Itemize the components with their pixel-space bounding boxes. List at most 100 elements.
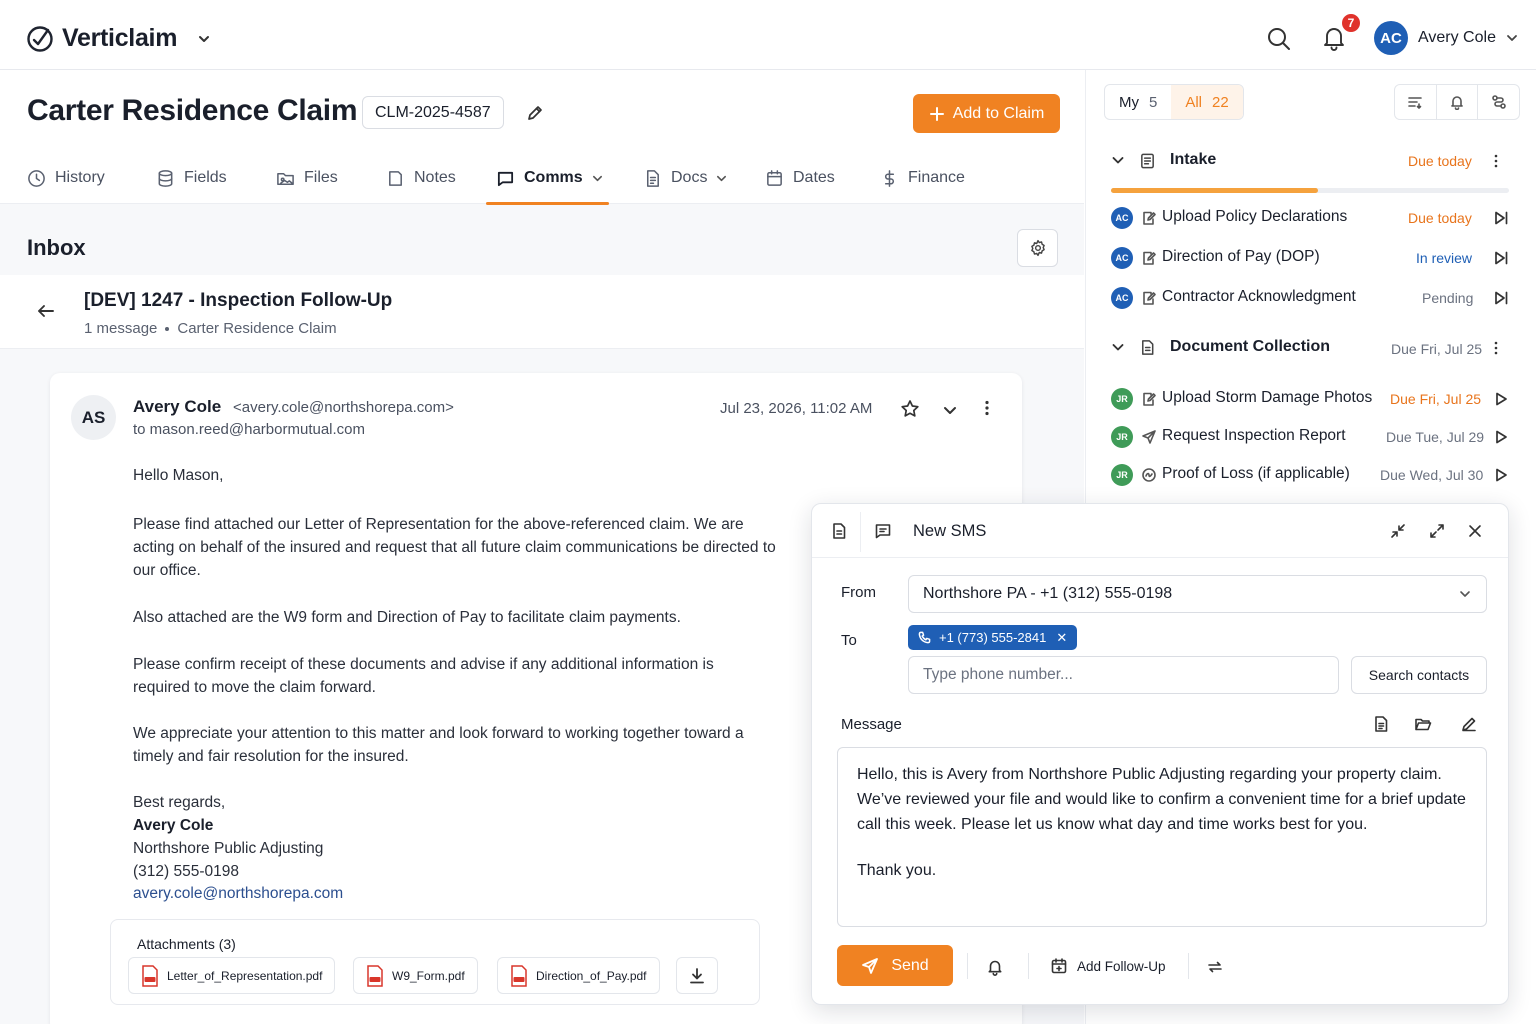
play-next-icon[interactable] <box>1493 210 1509 226</box>
pdf-file-icon <box>511 964 527 987</box>
divider <box>967 953 968 979</box>
tab-label: Finance <box>908 169 965 186</box>
task-status: Due Fri, Jul 25 <box>1390 391 1482 407</box>
tab-fields[interactable]: Fields <box>156 166 227 190</box>
task-status: Pending <box>1422 290 1474 306</box>
expand-icon[interactable] <box>1428 522 1446 540</box>
phone-icon <box>918 631 931 644</box>
edit-pencil-icon[interactable] <box>525 103 545 123</box>
intake-progress-fill <box>1111 188 1318 193</box>
assignee-avatar: AC <box>1111 287 1133 309</box>
repeat-icon[interactable] <box>1206 958 1224 976</box>
add-follow-up-button[interactable]: Add Follow-Up <box>1050 957 1166 975</box>
claim-tabs: History Fields Files Notes Comms Docs Da… <box>0 154 1084 205</box>
send-button[interactable]: Send <box>837 945 953 986</box>
claim-id-badge: CLM-2025-4587 <box>362 96 504 129</box>
tab-dates[interactable]: Dates <box>765 166 835 190</box>
workflow-button[interactable] <box>1477 85 1519 119</box>
task-row[interactable]: JR Upload Storm Damage Photos Due Fri, J… <box>1111 386 1509 412</box>
message-textarea[interactable]: Hello, this is Avery from Northshore Pub… <box>837 747 1487 927</box>
from-number-select[interactable]: Northshore PA - +1 (312) 555-0198 <box>908 575 1487 613</box>
search-contacts-button[interactable]: Search contacts <box>1351 656 1487 694</box>
search-icon[interactable] <box>1266 26 1292 52</box>
attachment-file[interactable]: Letter_of_Representation.pdf <box>128 957 336 994</box>
inbox-title: Inbox <box>27 235 86 260</box>
user-name: Avery Cole <box>1418 29 1496 46</box>
more-vertical-icon[interactable] <box>1488 153 1504 169</box>
tab-history[interactable]: History <box>27 166 105 190</box>
remove-recipient-icon[interactable]: ✕ <box>1056 630 1067 646</box>
email-paragraph: Please confirm receipt of these document… <box>133 656 714 696</box>
chevron-down-icon <box>592 175 602 181</box>
signature-phone: (312) 555-0198 <box>133 863 239 880</box>
tab-label: Fields <box>184 169 227 186</box>
chevron-down-icon[interactable] <box>942 402 958 418</box>
play-icon[interactable] <box>1493 429 1509 445</box>
assignee-avatar: JR <box>1111 426 1133 448</box>
edit-pencil-icon[interactable] <box>1460 715 1478 733</box>
divider <box>1188 953 1189 979</box>
task-tools <box>1394 84 1520 120</box>
email-paragraph: We appreciate your attention to this mat… <box>133 725 744 765</box>
top-bar: Verticlaim 7 AC Avery Cole <box>0 0 1536 70</box>
composer-title: New SMS <box>913 522 987 540</box>
more-vertical-icon[interactable] <box>978 399 996 417</box>
download-all-button[interactable] <box>676 957 718 994</box>
tab-files[interactable]: Files <box>276 166 338 190</box>
tab-comms[interactable]: Comms <box>496 166 603 190</box>
add-to-claim-button[interactable]: Add to Claim <box>913 94 1060 133</box>
task-row[interactable]: JR Proof of Loss (if applicable) Due Wed… <box>1111 462 1509 488</box>
tab-docs[interactable]: Docs <box>643 166 727 190</box>
signature-email-link[interactable]: avery.cole@northshorepa.com <box>133 882 793 905</box>
tab-label: Dates <box>793 169 835 186</box>
inbox-settings-button[interactable] <box>1017 229 1058 267</box>
group-title: Document Collection <box>1170 338 1331 355</box>
message-text: Hello, this is Avery from Northshore Pub… <box>857 766 1466 833</box>
template-icon[interactable] <box>1372 715 1390 733</box>
back-arrow-icon[interactable] <box>36 301 56 321</box>
divider <box>1028 953 1029 979</box>
clock-icon <box>28 169 45 187</box>
separator-dot <box>165 326 170 331</box>
edit-task-icon <box>1143 392 1156 406</box>
play-icon[interactable] <box>1493 467 1509 483</box>
task-name: Upload Policy Declarations <box>1162 208 1348 225</box>
app-name: Verticlaim <box>62 24 178 52</box>
group-due: Due today <box>1408 153 1472 169</box>
user-menu[interactable]: AC Avery Cole <box>1374 21 1518 55</box>
reminders-button[interactable] <box>1435 85 1478 119</box>
group-title: Intake <box>1170 151 1217 168</box>
attachment-file[interactable]: W9_Form.pdf <box>353 957 478 994</box>
task-status: Due today <box>1408 210 1472 226</box>
task-row[interactable]: AC Contractor Acknowledgment Pending <box>1111 285 1509 311</box>
task-row[interactable]: AC Upload Policy Declarations Due today <box>1111 205 1509 231</box>
attachment-file[interactable]: Direction_of_Pay.pdf <box>497 957 660 994</box>
filter-my-tasks[interactable]: My 5 <box>1105 85 1171 119</box>
tab-notes[interactable]: Notes <box>386 166 456 190</box>
minimize-icon[interactable] <box>1389 522 1407 540</box>
folder-open-icon[interactable] <box>1414 715 1432 733</box>
recipient-chip[interactable]: +1 (773) 555-2841 ✕ <box>908 625 1078 650</box>
phone-number-input[interactable] <box>908 656 1339 694</box>
play-icon[interactable] <box>1493 391 1509 407</box>
document-icon[interactable] <box>830 522 848 540</box>
star-icon[interactable] <box>900 399 920 419</box>
bell-reminder-icon[interactable] <box>986 958 1004 976</box>
add-to-claim-label: Add to Claim <box>952 104 1045 122</box>
chevron-down-icon <box>1112 157 1124 164</box>
filter-all-tasks[interactable]: All 22 <box>1171 85 1243 119</box>
filter-count: 22 <box>1212 93 1229 111</box>
tab-finance[interactable]: Finance <box>880 166 965 190</box>
task-name: Contractor Acknowledgment <box>1162 288 1356 305</box>
close-icon[interactable] <box>1466 522 1484 540</box>
more-vertical-icon[interactable] <box>1488 340 1504 356</box>
play-next-icon[interactable] <box>1493 250 1509 266</box>
tab-label: Files <box>304 169 338 186</box>
app-switcher[interactable]: Verticlaim <box>26 24 211 53</box>
task-row[interactable]: AC Direction of Pay (DOP) In review <box>1111 245 1509 271</box>
play-next-icon[interactable] <box>1493 290 1509 306</box>
task-row[interactable]: JR Request Inspection Report Due Tue, Ju… <box>1111 424 1509 450</box>
attachment-name: W9_Form.pdf <box>392 968 465 983</box>
from-value: Northshore PA - +1 (312) 555-0198 <box>923 585 1173 602</box>
sort-list-button[interactable] <box>1395 85 1436 119</box>
